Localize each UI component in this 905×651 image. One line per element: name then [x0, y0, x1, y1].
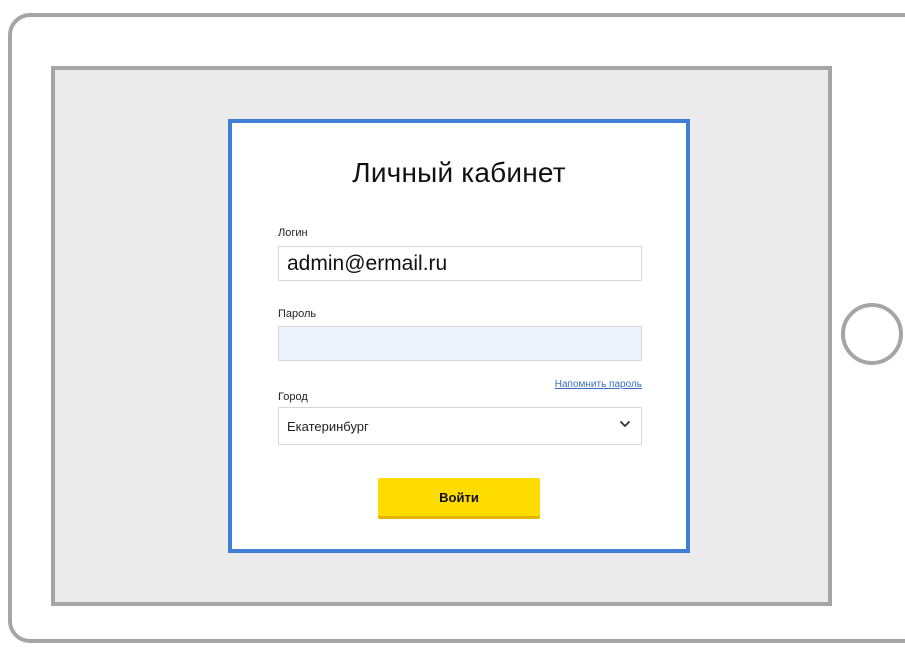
city-select[interactable]: Екатеринбург: [278, 407, 642, 445]
city-selected-value: Екатеринбург: [287, 419, 369, 434]
login-card: Личный кабинет Логин Пароль Напомнить па…: [228, 119, 690, 553]
login-input[interactable]: [278, 246, 642, 281]
login-label: Логин: [278, 227, 308, 239]
chevron-down-icon: [618, 417, 632, 431]
remind-password-link[interactable]: Напомнить пароль: [555, 379, 642, 390]
tablet-home-button[interactable]: [841, 303, 903, 365]
page-title: Личный кабинет: [352, 157, 566, 188]
city-label: Город: [278, 391, 308, 403]
password-label: Пароль: [278, 308, 317, 320]
password-input[interactable]: [278, 326, 642, 361]
login-submit-button[interactable]: Войти: [378, 478, 540, 519]
